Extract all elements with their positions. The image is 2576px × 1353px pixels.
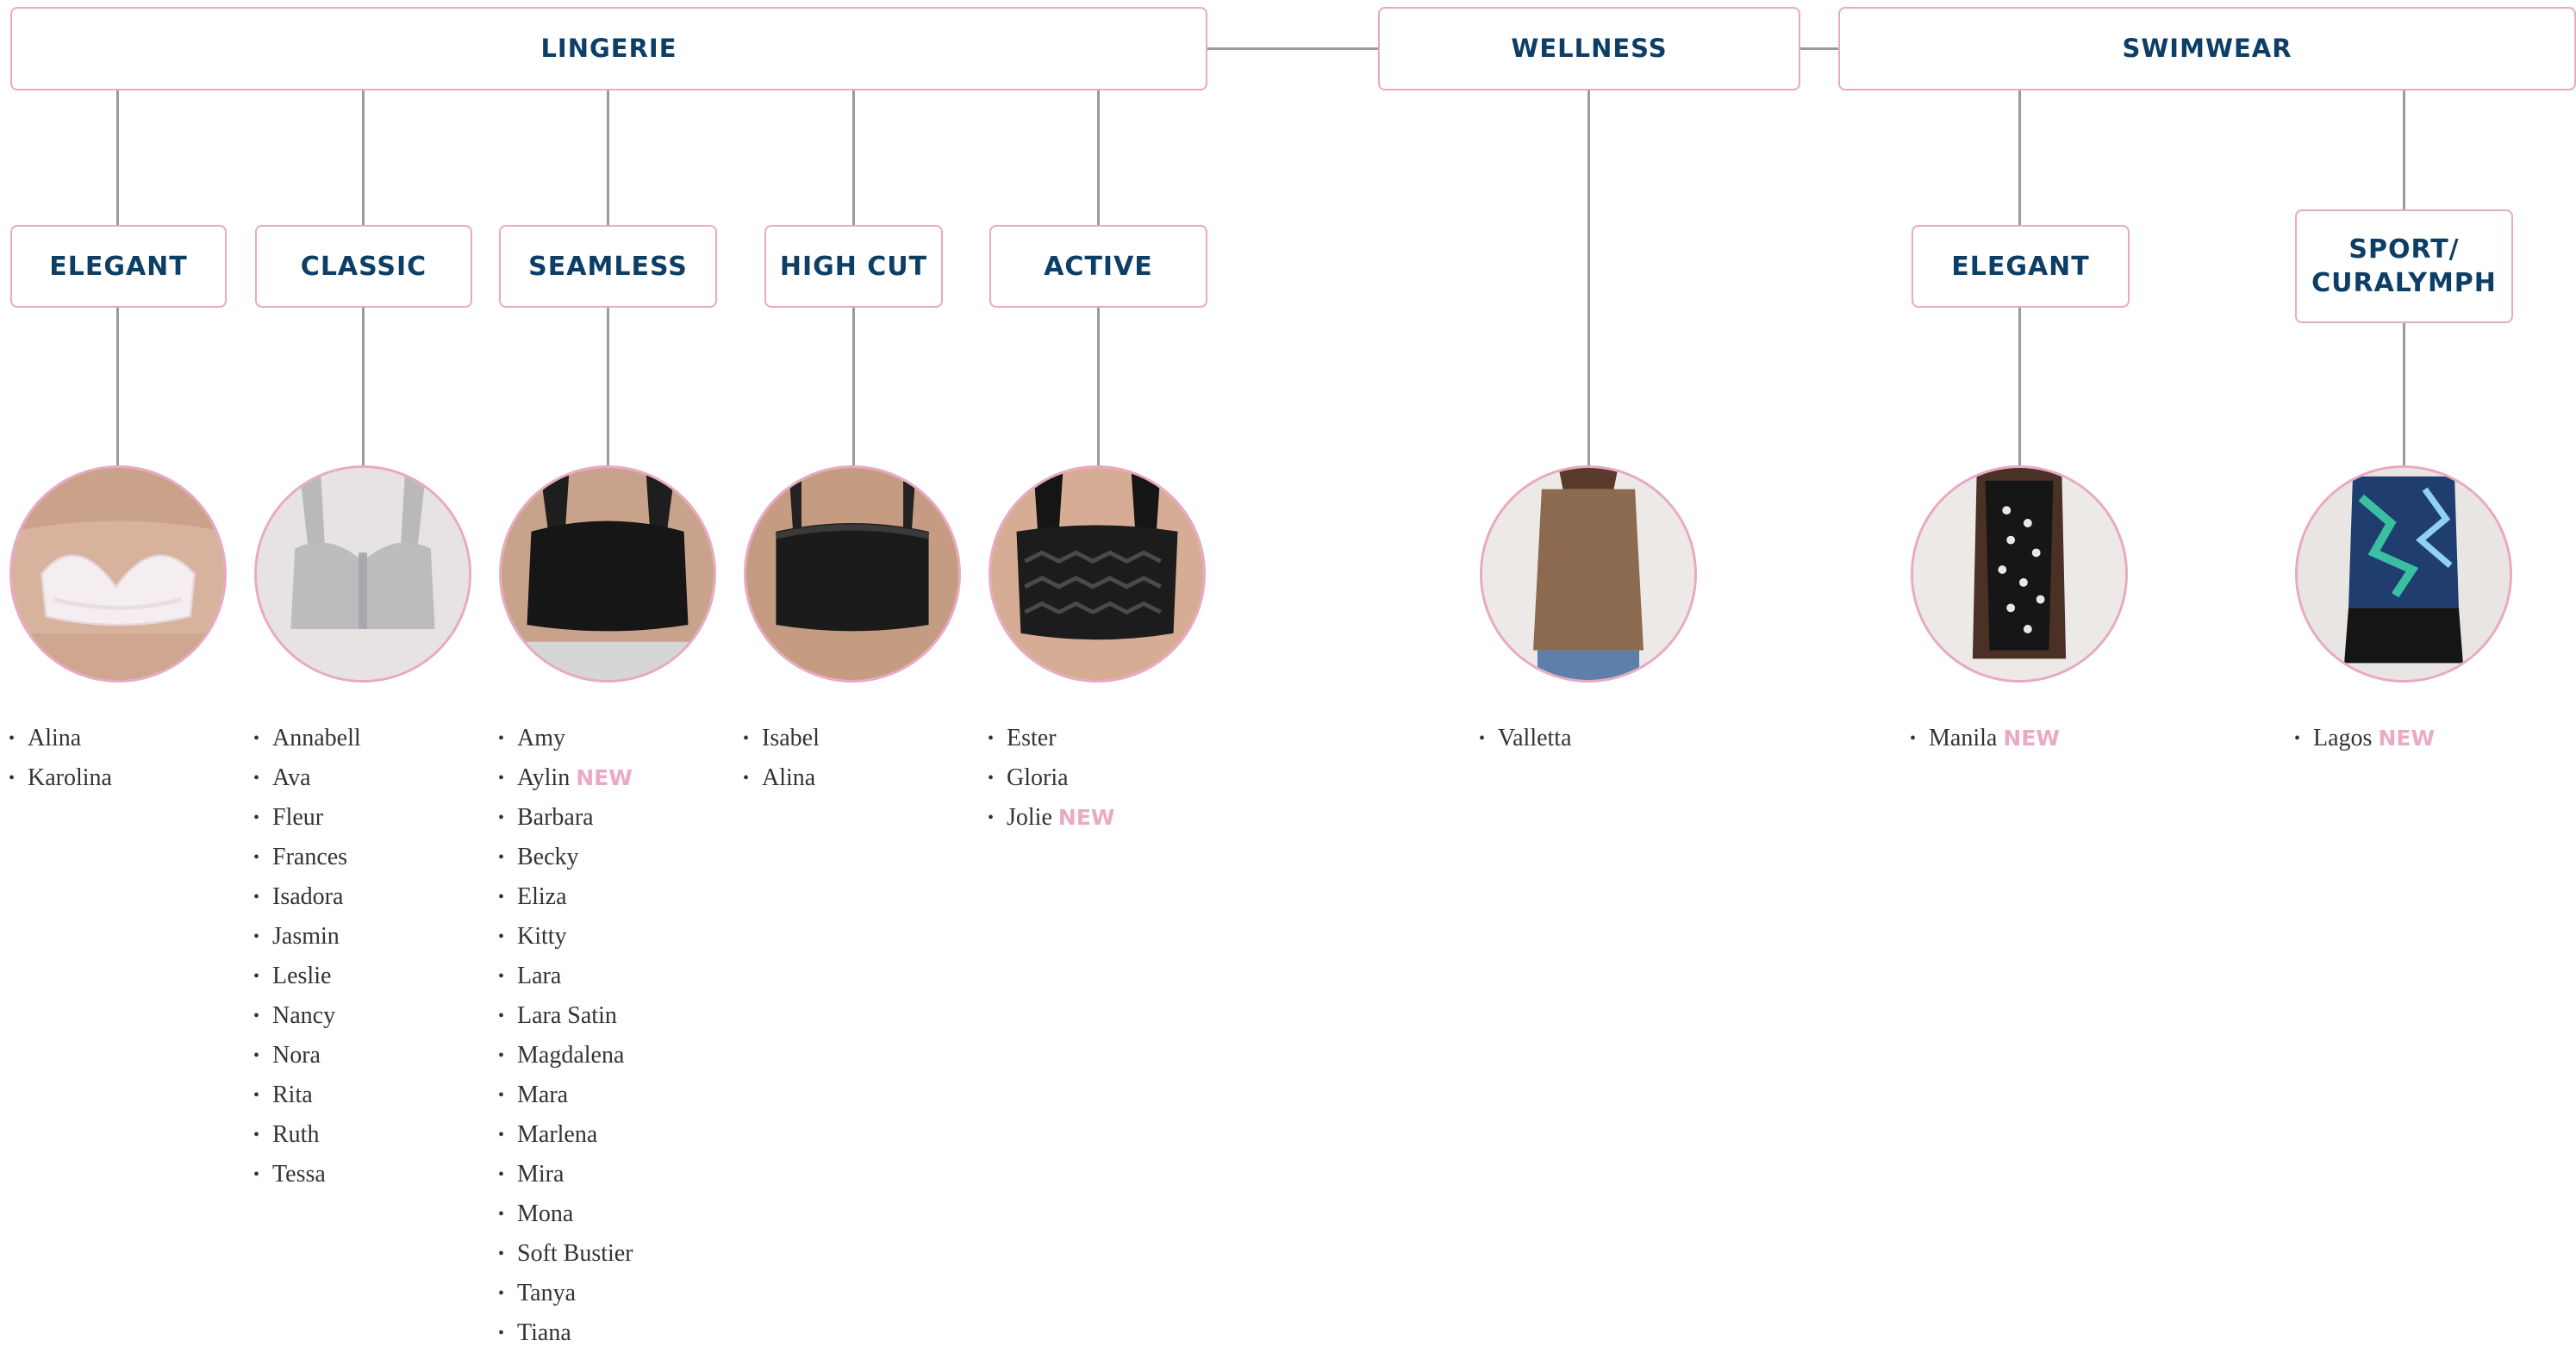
list-item: Lara <box>498 957 739 996</box>
camisole-image <box>1482 468 1694 680</box>
swimsuit-image <box>1913 468 2125 680</box>
list-item: Tessa <box>253 1155 495 1194</box>
list-item: LagosNEW <box>2294 719 2535 758</box>
subcategory-active: ACTIVE <box>989 225 1207 308</box>
new-badge: NEW <box>2378 726 2436 751</box>
connector-lingerie-classic <box>362 90 365 226</box>
subcategory-seamless: SEAMLESS <box>499 225 717 308</box>
list-item: Isabel <box>743 719 984 758</box>
list-item: Rita <box>253 1076 495 1115</box>
list-item: Jasmin <box>253 917 495 957</box>
list-item: Kitty <box>498 917 739 957</box>
list-elegant-lingerie: Alina Karolina <box>9 719 250 798</box>
photo-wellness-camisole <box>1480 465 1697 683</box>
list-item: Lara Satin <box>498 996 739 1036</box>
list-high-cut: Isabel Alina <box>743 719 984 798</box>
list-item: Ester <box>988 719 1229 758</box>
list-item: Karolina <box>9 758 250 798</box>
list-item: Eliza <box>498 877 739 917</box>
connector-swimwear-sport <box>2403 90 2405 210</box>
list-wellness: Valletta <box>1479 719 1720 758</box>
list-item: Mara <box>498 1076 739 1115</box>
photo-elegant-lace-bra <box>9 465 227 683</box>
list-item: ManilaNEW <box>1910 719 2151 758</box>
new-badge: NEW <box>576 765 633 790</box>
connector-lingerie-wellness <box>1207 47 1379 50</box>
product-tree-diagram: LINGERIE WELLNESS SWIMWEAR ELEGANT CLASS… <box>0 0 2576 1353</box>
category-wellness: WELLNESS <box>1378 7 1800 90</box>
list-item: JolieNEW <box>988 798 1229 838</box>
list-item: Tanya <box>498 1274 739 1313</box>
list-item: Gloria <box>988 758 1229 798</box>
list-item: Annabell <box>253 719 495 758</box>
photo-seamless-black-bra <box>499 465 716 683</box>
connector-seamless-photo <box>607 307 609 465</box>
photo-classic-grey-bra <box>254 465 471 683</box>
photo-active-sport-bra <box>989 465 1206 683</box>
connector-highcut-photo <box>852 307 855 465</box>
list-classic: Annabell Ava Fleur Frances Isadora Jasmi… <box>253 719 495 1194</box>
subcategory-high-cut: HIGH CUT <box>764 225 943 308</box>
list-elegant-swimwear: ManilaNEW <box>1910 719 2151 758</box>
subcategory-classic: CLASSIC <box>255 225 472 308</box>
subcategory-sport-curalymph: SPORT/ CURALYMPH <box>2295 209 2513 323</box>
connector-active-photo <box>1097 307 1100 465</box>
active-bra-image <box>991 468 1203 680</box>
list-item: Becky <box>498 838 739 877</box>
black-bra-image <box>502 468 714 680</box>
connector-lingerie-active <box>1097 90 1100 226</box>
category-lingerie: LINGERIE <box>10 7 1207 90</box>
grey-bra-image <box>257 468 469 680</box>
list-item: Magdalena <box>498 1036 739 1076</box>
list-item: Alina <box>743 758 984 798</box>
connector-lingerie-seamless <box>607 90 609 226</box>
subcategory-sport-line2: CURALYMPH <box>2311 268 2497 298</box>
connector-lingerie-highcut <box>852 90 855 226</box>
list-item: Mona <box>498 1194 739 1234</box>
list-item: Frances <box>253 838 495 877</box>
connector-sport-photo <box>2403 322 2405 465</box>
list-item: Ava <box>253 758 495 798</box>
list-item: Ruth <box>253 1115 495 1155</box>
list-item: AylinNEW <box>498 758 739 798</box>
list-item: Amy <box>498 719 739 758</box>
new-badge: NEW <box>2003 726 2060 751</box>
photo-high-cut-lace-bra <box>744 465 961 683</box>
subcategory-elegant-swimwear: ELEGANT <box>1912 225 2130 308</box>
new-badge: NEW <box>1057 805 1115 830</box>
lace-bra-image <box>12 468 224 680</box>
list-item: Fleur <box>253 798 495 838</box>
tankini-image <box>2298 468 2510 680</box>
connector-lingerie-elegant <box>116 90 119 226</box>
connector-wellness-swimwear <box>1799 47 1839 50</box>
subcategory-sport-line1: SPORT/ <box>2348 234 2460 265</box>
list-item: Isadora <box>253 877 495 917</box>
list-item: Barbara <box>498 798 739 838</box>
list-active: Ester Gloria JolieNEW <box>988 719 1229 838</box>
list-item: Soft Bustier <box>498 1234 739 1274</box>
connector-swimwear-elegant <box>2018 90 2021 226</box>
connector-classic-photo <box>362 307 365 465</box>
list-item: Nancy <box>253 996 495 1036</box>
list-item: Leslie <box>253 957 495 996</box>
list-seamless: Amy AylinNEW Barbara Becky Eliza Kitty L… <box>498 719 739 1353</box>
list-item: Alina <box>9 719 250 758</box>
list-item: Marlena <box>498 1115 739 1155</box>
connector-elegant-photo <box>116 307 119 465</box>
list-item: Tiana <box>498 1313 739 1353</box>
connector-swim-elegant-photo <box>2018 307 2021 465</box>
subcategory-elegant-lingerie: ELEGANT <box>10 225 227 308</box>
connector-wellness-photo <box>1587 90 1590 465</box>
list-item: Nora <box>253 1036 495 1076</box>
category-swimwear: SWIMWEAR <box>1838 7 2576 90</box>
list-sport-curalymph: LagosNEW <box>2294 719 2535 758</box>
photo-sport-tankini <box>2295 465 2512 683</box>
list-item: Valletta <box>1479 719 1720 758</box>
photo-swim-elegant-swimsuit <box>1911 465 2128 683</box>
list-item: Mira <box>498 1155 739 1194</box>
high-cut-bra-image <box>746 468 958 680</box>
